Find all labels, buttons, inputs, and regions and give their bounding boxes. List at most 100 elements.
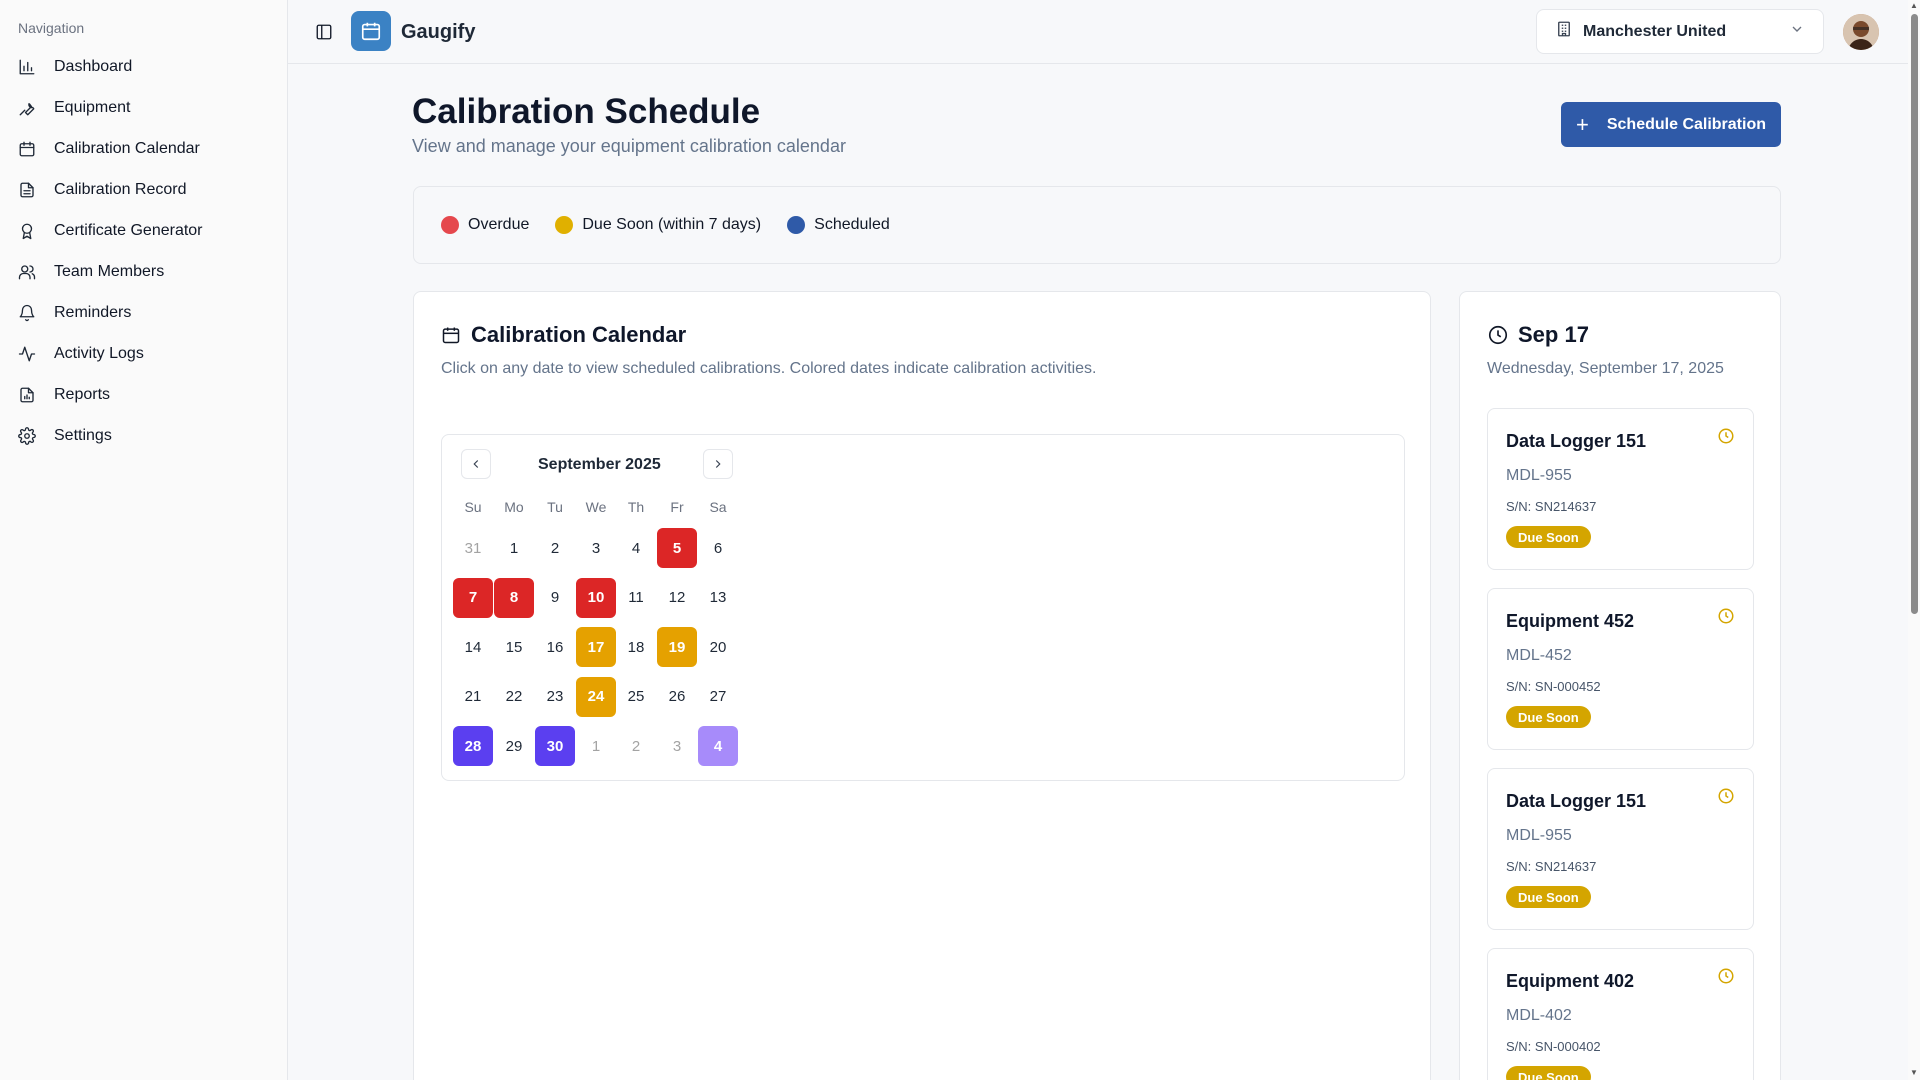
equipment-name: Data Logger 151: [1506, 431, 1647, 451]
sidebar-item-label: Settings: [54, 426, 112, 444]
overdue-dot: [441, 216, 459, 234]
calendar-day[interactable]: 23: [535, 677, 575, 717]
legend-label: Due Soon (within 7 days): [582, 216, 762, 233]
page-scrollbar[interactable]: ▲ ▼: [1908, 0, 1920, 1080]
calendar-day[interactable]: 21: [453, 677, 493, 717]
calendar-day[interactable]: 27: [698, 677, 738, 717]
top-bar: Gaugify Manchester United: [288, 0, 1908, 64]
organization-name: Manchester United: [1583, 22, 1727, 40]
users-icon: [18, 263, 36, 281]
calibration-item-card[interactable]: Equipment 402 MDL-402 S/N: SN-000402 Due…: [1487, 948, 1754, 1080]
sidebar-toggle-button[interactable]: [312, 20, 336, 44]
calendar-day[interactable]: 20: [698, 627, 738, 667]
sidebar-item-certificate-generator[interactable]: Certificate Generator: [0, 210, 287, 251]
previous-month-button[interactable]: [461, 449, 491, 479]
month-label: September 2025: [538, 456, 661, 473]
calendar-day-overdue[interactable]: 10: [576, 577, 616, 618]
scheduled-dot: [787, 216, 806, 234]
app-name: Gaugify: [401, 21, 476, 43]
equipment-serial: S/N: SN214637: [1506, 859, 1597, 874]
status-legend: Overdue Due Soon (within 7 days) Schedul…: [413, 186, 1781, 264]
calendar-day[interactable]: 18: [616, 627, 656, 667]
calendar-day-overdue[interactable]: 8: [494, 577, 534, 618]
plus-icon: +: [1576, 111, 1589, 137]
sidebar-item-activity-logs[interactable]: Activity Logs: [0, 333, 287, 374]
calendar-day-scheduled[interactable]: 30: [535, 726, 575, 766]
calibration-item-card[interactable]: Data Logger 151 MDL-955 S/N: SN214637 Du…: [1487, 768, 1754, 930]
calendar-day[interactable]: 11: [616, 578, 656, 618]
status-badge: Due Soon: [1506, 1066, 1591, 1080]
calendar-day[interactable]: 15: [494, 627, 534, 667]
file-text-icon: [18, 181, 36, 199]
report-icon: [18, 386, 36, 404]
scroll-up-arrow[interactable]: ▲: [1909, 1, 1919, 11]
sidebar-item-label: Activity Logs: [54, 344, 144, 362]
calendar-day[interactable]: 4: [616, 528, 656, 568]
calendar-day-overdue[interactable]: 5: [657, 528, 697, 568]
weekday-header: We: [585, 499, 607, 515]
weekday-header: Tu: [547, 499, 563, 515]
sidebar-item-team-members[interactable]: Team Members: [0, 251, 287, 292]
sidebar-item-reports[interactable]: Reports: [0, 374, 287, 415]
equipment-name: Data Logger 151: [1506, 791, 1647, 811]
calendar-day[interactable]: 1: [494, 528, 534, 568]
calendar-day[interactable]: 9: [535, 578, 575, 618]
sidebar-item-reminders[interactable]: Reminders: [0, 292, 287, 333]
weekday-header: Th: [627, 499, 645, 515]
equipment-model: MDL-402: [1506, 1007, 1572, 1024]
sidebar-item-calibration-record[interactable]: Calibration Record: [0, 169, 287, 210]
next-month-button[interactable]: [703, 449, 733, 479]
bar-chart-icon: [18, 58, 36, 76]
gear-icon: [18, 426, 36, 445]
calendar-day[interactable]: 14: [453, 627, 493, 667]
calendar-day[interactable]: 6: [698, 528, 738, 568]
calendar-day-due-soon[interactable]: 19: [657, 627, 697, 667]
sidebar-item-calibration-calendar[interactable]: Calibration Calendar: [0, 128, 287, 169]
calendar-day[interactable]: 16: [535, 627, 575, 667]
sidebar-item-label: Equipment: [54, 98, 131, 116]
month-calendar: September 2025 Su Mo Tu We Th Fr Sa 31 1 2 3 4 5 6 7 8 9…: [441, 434, 1405, 781]
sidebar-item-equipment[interactable]: Equipment: [0, 87, 287, 128]
organization-select[interactable]: Manchester United: [1536, 9, 1824, 54]
calendar-day[interactable]: 13: [698, 578, 738, 618]
calibration-item-card[interactable]: Data Logger 151 MDL-955 S/N: SN214637 Du…: [1487, 408, 1754, 570]
calendar-day[interactable]: 3: [576, 528, 616, 568]
calendar-day[interactable]: 12: [657, 578, 697, 618]
calendar-title: Calibration Calendar: [471, 322, 687, 347]
weekday-header: Mo: [504, 499, 524, 515]
calendar-day-due-soon[interactable]: 24: [576, 676, 616, 717]
calendar-day[interactable]: 22: [494, 677, 534, 717]
scrollbar-thumb[interactable]: [1911, 14, 1918, 614]
calendar-day[interactable]: 31: [453, 528, 493, 568]
calendar-day[interactable]: 25: [616, 677, 656, 717]
calendar-day[interactable]: 29: [494, 726, 534, 766]
calendar-day-scheduled[interactable]: 28: [453, 726, 493, 766]
wrench-icon: [18, 99, 36, 117]
status-badge: Due Soon: [1506, 706, 1591, 728]
calendar-header: Calibration Calendar: [441, 322, 686, 348]
calendar-day[interactable]: 26: [657, 677, 697, 717]
calendar-day[interactable]: 2: [535, 528, 575, 568]
panel-left-icon: [316, 24, 332, 40]
avatar[interactable]: [1843, 14, 1879, 50]
calendar-day-overdue[interactable]: 7: [453, 577, 493, 618]
sidebar-item-label: Team Members: [54, 262, 165, 280]
sidebar-item-label: Reminders: [54, 303, 132, 321]
due-soon-dot: [555, 216, 574, 234]
equipment-serial: S/N: SN-000402: [1506, 1039, 1601, 1054]
building-icon: [1555, 20, 1573, 43]
sidebar-item-dashboard[interactable]: Dashboard: [0, 46, 287, 87]
weekday-header: Fr: [670, 499, 684, 515]
calendar-day-scheduled-outside[interactable]: 4: [698, 726, 738, 766]
scroll-down-arrow[interactable]: ▼: [1909, 1068, 1919, 1078]
calendar-day[interactable]: 3: [657, 726, 697, 766]
sidebar-item-settings[interactable]: Settings: [0, 415, 287, 456]
calendar-day[interactable]: 1: [576, 726, 616, 766]
calendar-day-due-soon[interactable]: 17: [576, 627, 616, 667]
equipment-model: MDL-452: [1506, 647, 1572, 664]
calibration-item-card[interactable]: Equipment 452 MDL-452 S/N: SN-000452 Due…: [1487, 588, 1754, 750]
sidebar-item-label: Calibration Calendar: [54, 139, 200, 157]
activity-icon: [18, 345, 36, 363]
schedule-calibration-button[interactable]: + Schedule Calibration: [1561, 102, 1781, 147]
calendar-day[interactable]: 2: [616, 726, 656, 766]
